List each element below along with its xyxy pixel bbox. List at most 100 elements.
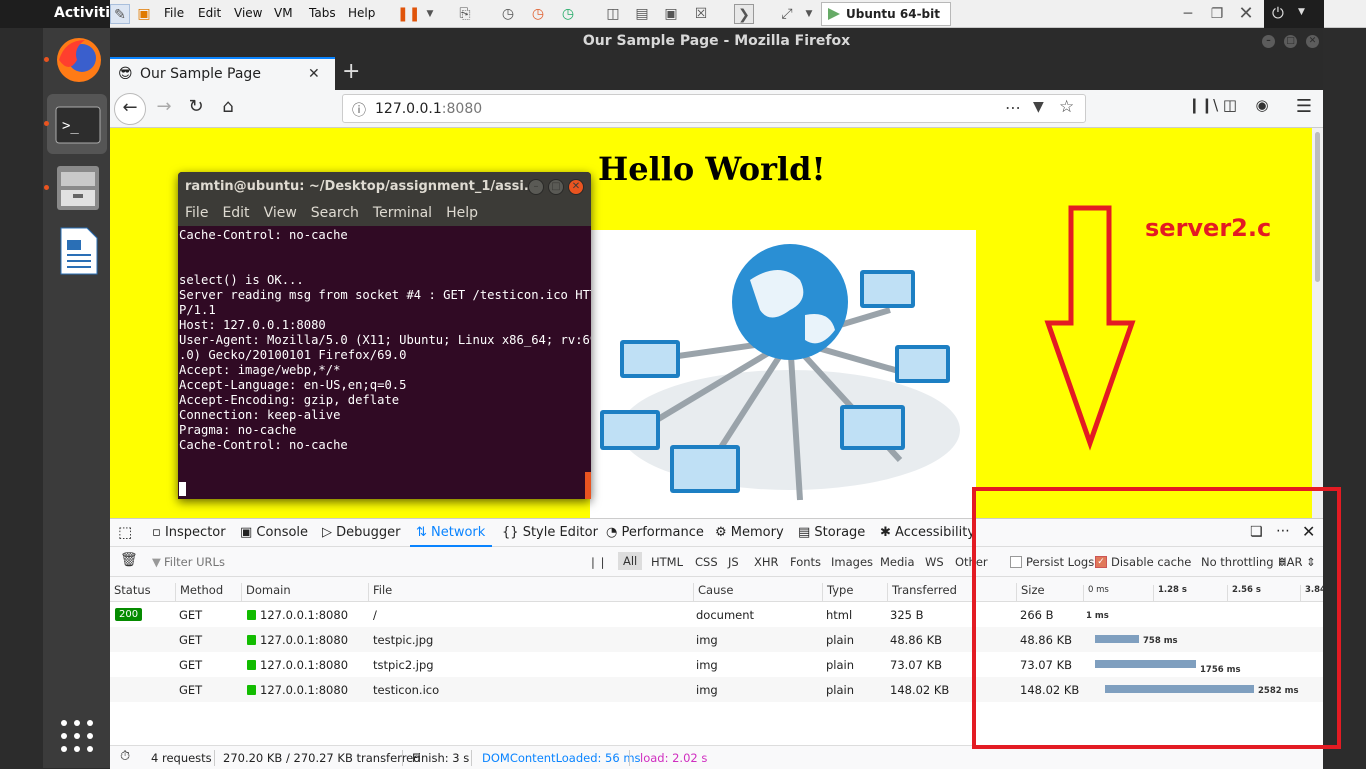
terminal-menu-terminal[interactable]: Terminal — [373, 205, 432, 221]
tab-debugger[interactable]: ▷ Debugger — [322, 525, 401, 540]
revert-snapshot-icon[interactable]: ◷ — [528, 4, 548, 24]
vm-menu-tabs[interactable]: Tabs — [309, 6, 336, 20]
thumbnail-icon[interactable]: ▤ — [632, 4, 652, 24]
col-cause[interactable]: Cause — [693, 583, 733, 602]
vm-menu-file[interactable]: File — [164, 6, 184, 20]
pause-icon[interactable]: ❚❚ — [397, 4, 420, 24]
tab-console[interactable]: ▣ Console — [240, 525, 308, 540]
sidebar-toggle-icon[interactable]: ◫ — [603, 4, 623, 24]
filter-images[interactable]: Images — [831, 555, 873, 569]
tab-title: Our Sample Page — [140, 66, 261, 82]
terminal-output[interactable]: Cache-Control: no-cache select() is OK..… — [179, 228, 591, 453]
terminal-maximize-icon[interactable]: □ — [548, 179, 564, 195]
tab-storage[interactable]: ▤ Storage — [798, 525, 865, 540]
chevron-down-icon[interactable]: ▼ — [420, 4, 440, 24]
forward-icon[interactable]: → — [152, 96, 176, 117]
pocket-icon[interactable]: ▼ — [1033, 99, 1044, 115]
dock-terminal[interactable]: >_ — [44, 94, 107, 154]
back-icon[interactable]: ← — [114, 93, 146, 125]
terminal-scrollbar[interactable] — [585, 472, 591, 499]
clear-trash-icon[interactable]: 🗑 — [120, 552, 138, 568]
filter-media[interactable]: Media — [880, 555, 915, 569]
terminal-menu-edit[interactable]: Edit — [222, 205, 249, 221]
tab-style-editor[interactable]: {} Style Editor — [502, 525, 598, 540]
vm-menu-edit[interactable]: Edit — [198, 6, 221, 20]
filter-js[interactable]: JS — [728, 555, 739, 569]
terminal-menu-help[interactable]: Help — [446, 205, 478, 221]
system-menu[interactable]: ⏻ ▼ — [1264, 0, 1324, 28]
pin-icon[interactable]: ✎ — [110, 4, 130, 24]
filter-xhr[interactable]: XHR — [754, 555, 779, 569]
scrollbar-thumb[interactable] — [1315, 132, 1320, 282]
vm-tab-ubuntu[interactable]: Ubuntu 64-bit — [821, 2, 951, 26]
col-type[interactable]: Type — [822, 583, 853, 602]
manage-snapshots-icon[interactable]: ◷ — [558, 4, 578, 24]
filter-css[interactable]: CSS — [695, 555, 718, 569]
library-icon[interactable]: ❙❙\ — [1188, 96, 1218, 114]
filter-urls-input[interactable] — [164, 553, 564, 571]
col-status[interactable]: Status — [110, 583, 151, 602]
snapshot-icon[interactable]: ◷ — [498, 4, 518, 24]
bookmark-star-icon[interactable]: ☆ — [1059, 97, 1074, 117]
minimize-icon[interactable]: ─ — [1178, 4, 1198, 24]
vm-tab-label: Ubuntu 64-bit — [846, 7, 940, 21]
tab-storage-label: Storage — [814, 525, 866, 540]
red-highlight-box — [972, 487, 1341, 749]
performance-icon: ◔ — [606, 525, 622, 540]
vm-menu-help[interactable]: Help — [348, 6, 375, 20]
vm-menu-vm[interactable]: VM — [274, 6, 293, 20]
new-tab-icon[interactable]: + — [342, 59, 360, 84]
window-maximize-icon[interactable]: □ — [1284, 35, 1297, 48]
terminal-close-icon[interactable]: ✕ — [568, 179, 584, 195]
hamburger-menu-icon[interactable]: ☰ — [1292, 96, 1316, 117]
stretch-dropdown-icon[interactable]: ▼ — [799, 4, 819, 24]
show-applications-icon[interactable] — [59, 718, 95, 754]
tab-performance[interactable]: ◔ Performance — [606, 525, 704, 540]
window-minimize-icon[interactable]: – — [1262, 35, 1275, 48]
unity-icon[interactable]: ☒ — [691, 4, 711, 24]
filter-fonts[interactable]: Fonts — [790, 555, 821, 569]
vm-running-icon — [828, 8, 840, 20]
filter-ws[interactable]: WS — [925, 555, 944, 569]
filter-all[interactable]: All — [618, 552, 643, 570]
tab-network[interactable]: ⇅ Network — [416, 525, 485, 540]
sidebars-icon[interactable]: ◫ — [1218, 96, 1242, 114]
site-info-icon[interactable]: ⓘ — [352, 100, 366, 120]
terminal-menu-file[interactable]: File — [185, 205, 208, 221]
account-icon[interactable]: ◉ — [1250, 96, 1274, 114]
restore-icon[interactable]: ❐ — [1207, 4, 1227, 24]
fullscreen-icon[interactable]: ▣ — [661, 4, 681, 24]
tab-our-sample-page[interactable]: 😎 Our Sample Page ✕ — [110, 57, 335, 90]
col-domain[interactable]: Domain — [241, 583, 291, 602]
dock-writer[interactable] — [47, 220, 107, 280]
element-picker-icon[interactable]: ⬚ — [118, 523, 132, 541]
page-scrollbar[interactable] — [1312, 128, 1323, 518]
tab-inspector[interactable]: ▫ Inspector — [152, 525, 226, 540]
close-icon[interactable]: ✕ — [1236, 4, 1256, 24]
col-method[interactable]: Method — [175, 583, 223, 602]
console-view-icon[interactable]: ❯ — [734, 4, 754, 24]
libreoffice-writer-icon — [60, 227, 98, 275]
tab-close-icon[interactable]: ✕ — [308, 66, 320, 82]
filter-html[interactable]: HTML — [651, 555, 683, 569]
col-file[interactable]: File — [368, 583, 392, 602]
stretch-icon[interactable]: ⤢ — [777, 4, 797, 24]
pause-recording-icon[interactable]: ❘❘ — [588, 555, 607, 569]
col-transferred[interactable]: Transferred — [887, 583, 957, 602]
terminal-minimize-icon[interactable]: – — [528, 179, 544, 195]
activities-button[interactable]: Activities — [0, 0, 110, 28]
tab-memory[interactable]: ⚙ Memory — [715, 525, 784, 540]
dock-firefox[interactable] — [44, 30, 107, 90]
reload-icon[interactable]: ↻ — [184, 96, 208, 117]
page-actions-icon[interactable]: ⋯ — [1005, 98, 1021, 117]
vm-menu-view[interactable]: View — [234, 6, 262, 20]
dock-files[interactable] — [44, 158, 107, 218]
performance-analysis-icon[interactable]: ⏱ — [120, 749, 130, 764]
terminal-menu-view[interactable]: View — [264, 205, 297, 221]
send-keys-icon[interactable]: ⎘ — [455, 4, 475, 24]
tab-accessibility[interactable]: ✱ Accessibility — [880, 525, 975, 540]
terminal-menu-search[interactable]: Search — [311, 205, 359, 221]
window-close-icon[interactable]: ✕ — [1306, 35, 1319, 48]
home-icon[interactable]: ⌂ — [216, 96, 240, 117]
url-bar[interactable]: ⓘ 127.0.0.1:8080 ⋯ ▼ ☆ — [342, 94, 1086, 123]
